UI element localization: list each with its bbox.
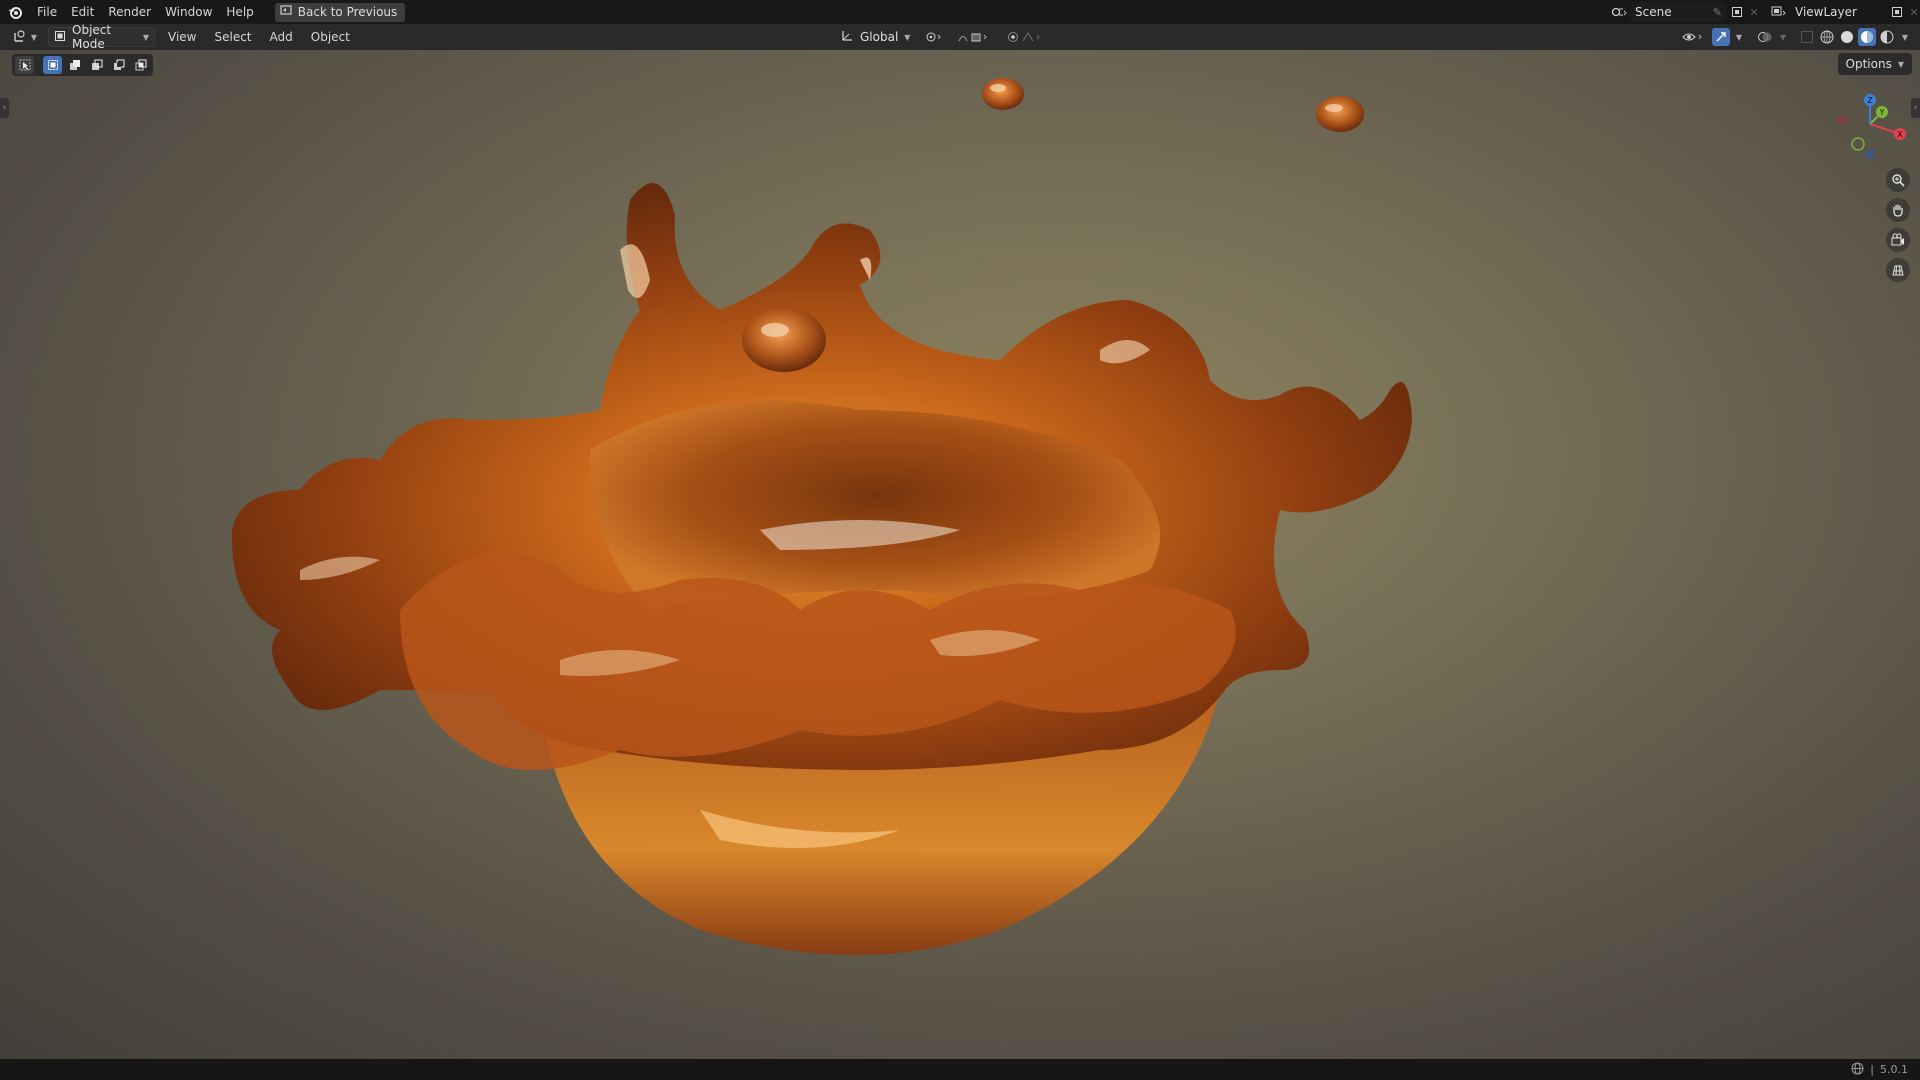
gizmo-neg-y-axis[interactable] [1851,137,1865,151]
selection-mode-extend-icon[interactable] [65,56,84,74]
amber-splash-crown-object[interactable] [0,50,1920,1059]
view-layer-name: ViewLayer [1795,5,1857,19]
camera-view-icon[interactable] [1886,228,1910,252]
selection-mode-subtract-icon[interactable] [87,56,106,74]
object-mode-label: Object Mode [72,23,112,51]
chevron-down-icon: ▼ [30,32,38,42]
rendered-shading-icon[interactable] [1878,28,1896,46]
editor-type-icon [13,29,29,46]
viewport-options-dropdown[interactable]: Options ▼ [1837,53,1912,75]
selection-mode-set-icon[interactable] [43,56,62,74]
overlays-options-chevron-icon[interactable]: ▼ [1776,28,1790,47]
menu-help[interactable]: Help [219,0,260,24]
header-menu-view[interactable]: View [159,24,205,50]
gizmo-neg-z-axis[interactable] [1865,149,1875,159]
overlays-toggle-icon[interactable] [1756,28,1774,46]
new-view-layer-icon[interactable] [1886,3,1908,22]
pan-view-hand-icon[interactable] [1886,198,1910,222]
menu-edit[interactable]: Edit [64,0,101,24]
solid-shading-icon[interactable] [1838,28,1856,46]
gizmo-toggle-icon[interactable] [1712,28,1730,46]
menu-window[interactable]: Window [158,0,219,24]
status-bar: | 5.0.1 [0,1059,1920,1080]
gizmo-neg-x-axis[interactable] [1836,114,1848,126]
view-layer-name-field[interactable]: ViewLayer [1790,3,1886,22]
wireframe-shading-icon[interactable] [1818,28,1836,46]
toolbar-expand-icon[interactable]: › [0,98,9,118]
transform-orientation-dropdown[interactable]: Global ▼ [836,27,915,47]
top-menu-bar: File Edit Render Window Help Back to Pre… [0,0,1920,24]
header-menu-select[interactable]: Select [205,24,260,50]
selection-mode-difference-icon[interactable] [109,56,128,74]
back-to-previous-button[interactable]: Back to Previous [274,2,406,22]
blender-version: 5.0.1 [1880,1063,1908,1076]
visibility-selectability-icon[interactable] [1680,28,1710,47]
options-label: Options [1845,57,1892,71]
network-globe-icon[interactable] [1851,1062,1864,1078]
new-scene-icon[interactable] [1726,3,1748,22]
blender-logo-icon[interactable] [0,0,30,24]
delete-view-layer-icon[interactable]: ✕ [1908,6,1920,19]
gizmo-y-label: Y [1879,108,1885,117]
delete-scene-icon[interactable]: ✕ [1748,6,1760,19]
object-mode-icon [54,30,66,45]
scene-name: Scene [1635,5,1672,19]
gizmo-z-label: Z [1867,96,1873,105]
proportional-editing-icon[interactable] [1005,28,1049,47]
material-preview-shading-icon[interactable] [1858,28,1876,46]
sidebar-expand-icon[interactable]: ‹ [1911,98,1920,118]
xray-toggle-icon[interactable] [1798,28,1816,46]
navigation-gizmo[interactable]: X Y Z [1830,84,1910,164]
chevron-down-icon: ▼ [1897,59,1904,69]
shading-options-chevron-icon[interactable]: ▼ [1898,28,1912,47]
zoom-view-icon[interactable] [1886,168,1910,192]
pivot-point-icon[interactable] [921,28,949,47]
menu-file[interactable]: File [30,0,64,24]
3d-viewport[interactable]: Options ▼ › ‹ X Y Z [0,50,1920,1059]
status-separator: | [1870,1063,1874,1076]
chevron-down-icon: ▼ [904,32,911,42]
selection-mode-intersect-icon[interactable] [131,56,150,74]
tool-settings-row [12,54,153,76]
scene-name-field[interactable]: Scene ✎ [1630,2,1726,22]
gizmo-x-label: X [1897,130,1903,139]
select-tool-icon[interactable] [15,56,34,74]
orientation-label: Global [860,30,899,44]
header-menu-object[interactable]: Object [302,24,359,50]
header-menu-add[interactable]: Add [261,24,302,50]
editor-type-selector[interactable]: ▼ [6,27,44,47]
scene-browse-icon[interactable] [1608,3,1630,22]
menu-render[interactable]: Render [101,0,158,24]
pin-icon[interactable]: ✎ [1713,6,1722,19]
view-layer-browse-icon[interactable] [1768,3,1790,22]
back-screen-icon [280,5,292,19]
object-mode-dropdown[interactable]: Object Mode ▼ [48,23,155,51]
viewport-header: ▼ Object Mode ▼ View Select Add Object G… [0,23,1920,51]
snap-icon[interactable] [955,28,999,47]
orientation-axis-icon [841,29,854,45]
back-to-previous-label: Back to Previous [297,5,398,19]
perspective-ortho-toggle-icon[interactable] [1886,258,1910,282]
chevron-down-icon: ▼ [142,32,149,42]
gizmo-options-chevron-icon[interactable]: ▼ [1732,28,1746,47]
